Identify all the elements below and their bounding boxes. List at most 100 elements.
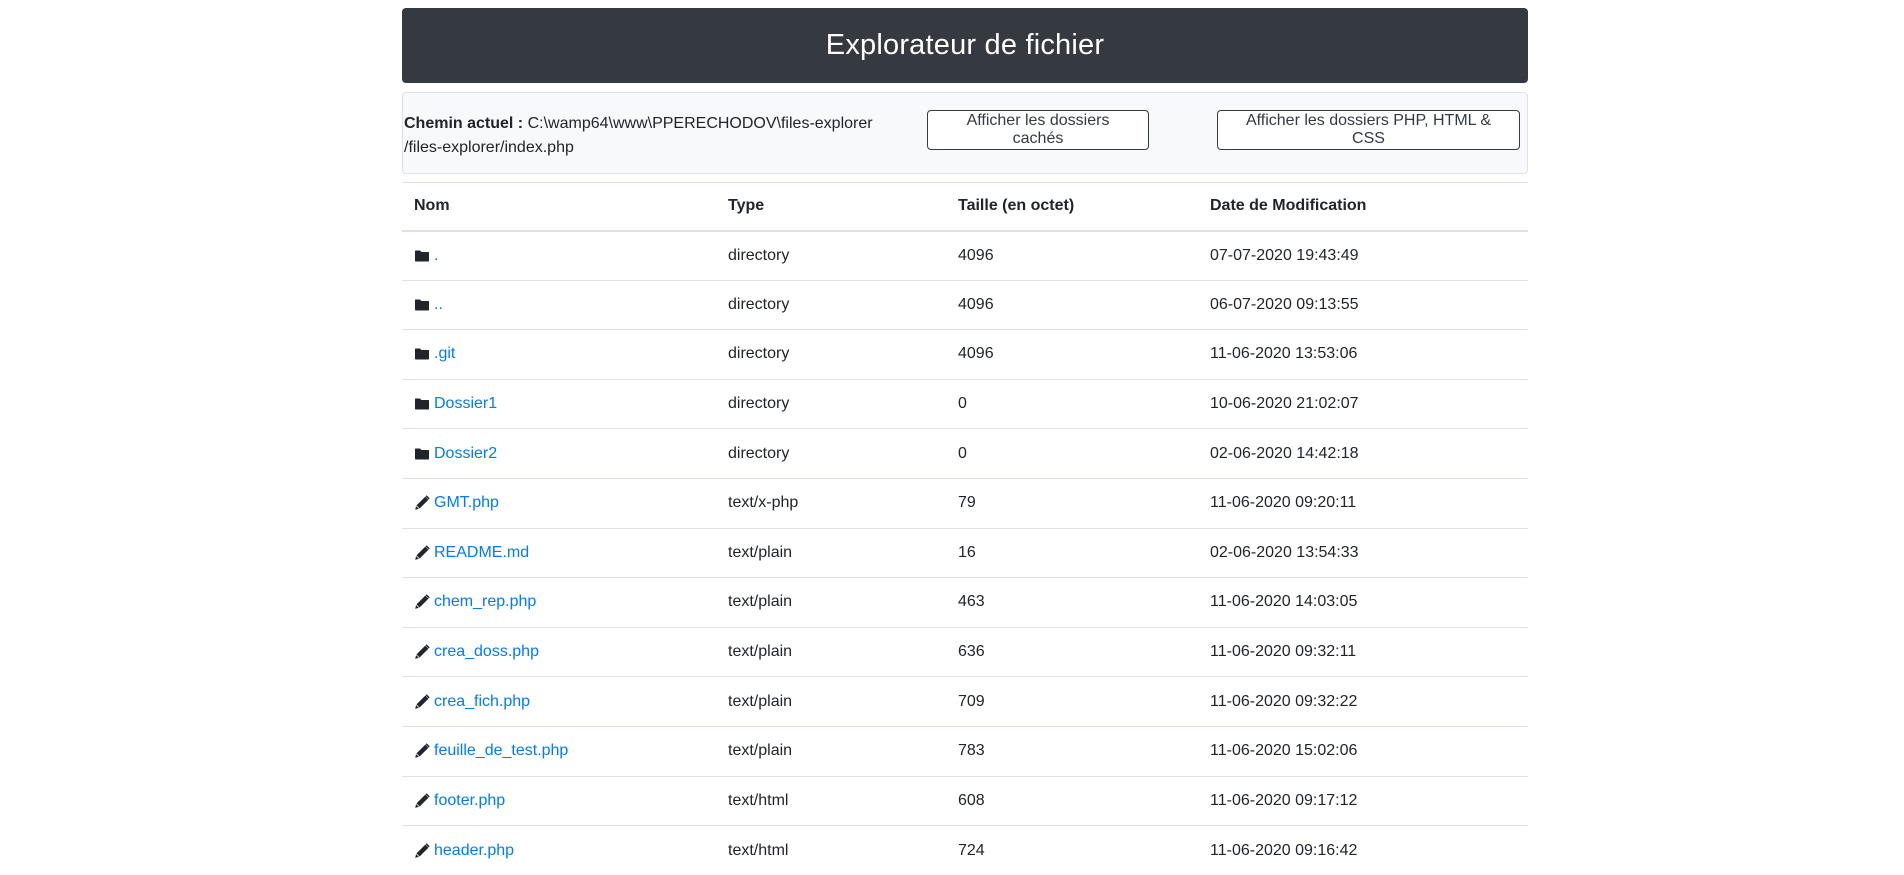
current-path-label: Chemin actuel :	[404, 115, 523, 132]
cell-date: 11-06-2020 09:16:42	[1198, 826, 1528, 875]
cell-type: text/plain	[716, 627, 946, 677]
table-row: crea_fich.php text/plain70911-06-2020 09:…	[402, 677, 1528, 727]
cell-name: Dossier2	[402, 429, 716, 479]
current-path-bar: Chemin actuel : C:\wamp64\www\PPERECHODO…	[402, 92, 1528, 174]
cell-name: Dossier1	[402, 379, 716, 429]
table-row: header.php text/html72411-06-2020 09:16:4…	[402, 826, 1528, 875]
cell-name: .git	[402, 330, 716, 380]
table-row: footer.php text/html60811-06-2020 09:17:1…	[402, 776, 1528, 826]
cell-type: text/plain	[716, 528, 946, 578]
folder-icon	[414, 396, 430, 412]
page-container: Explorateur de fichier Chemin actuel : C…	[402, 8, 1528, 875]
file-link[interactable]: crea_fich.php	[434, 693, 530, 711]
current-path: Chemin actuel : C:\wamp64\www\PPERECHODO…	[404, 112, 904, 160]
cell-size: 0	[946, 429, 1198, 479]
pencil-icon	[414, 495, 430, 511]
column-header-date[interactable]: Date de Modification	[1198, 183, 1528, 231]
pencil-icon	[414, 793, 430, 809]
file-link[interactable]: README.md	[434, 544, 529, 562]
table-row: chem_rep.phptext/plain46311-06-2020 14:0…	[402, 578, 1528, 628]
cell-size: 724	[946, 826, 1198, 875]
column-header-size[interactable]: Taille (en octet)	[946, 183, 1198, 231]
folder-icon	[414, 297, 430, 313]
cell-type: directory	[716, 280, 946, 330]
cell-date: 10-06-2020 21:02:07	[1198, 379, 1528, 429]
file-link[interactable]: crea_doss.php	[434, 643, 539, 661]
pencil-icon	[414, 644, 430, 660]
cell-size: 79	[946, 478, 1198, 528]
file-link[interactable]: chem_rep.php	[434, 593, 536, 611]
table-row: . directory409607-07-2020 19:43:49	[402, 231, 1528, 281]
folder-icon	[414, 346, 430, 362]
file-link[interactable]: feuille_de_test.php	[434, 742, 568, 760]
cell-type: directory	[716, 429, 946, 479]
column-header-name[interactable]: Nom	[402, 183, 716, 231]
table-row: crea_doss.php text/plain63611-06-2020 09:…	[402, 627, 1528, 677]
cell-date: 11-06-2020 09:20:11	[1198, 478, 1528, 528]
file-link[interactable]: .git	[434, 345, 455, 363]
show-hidden-folders-button[interactable]: Afficher les dossiers cachés	[927, 110, 1149, 150]
table-row: README.mdtext/plain1602-06-2020 13:54:33	[402, 528, 1528, 578]
cell-size: 608	[946, 776, 1198, 826]
table-row: GMT.php text/x-php7911-06-2020 09:20:11	[402, 478, 1528, 528]
cell-type: directory	[716, 231, 946, 281]
file-rows: .directory409607-07-2020 19:43:49..direc…	[402, 231, 1528, 875]
table-row: feuille_de_test.phptext/plain78311-06-20…	[402, 726, 1528, 776]
cell-type: directory	[716, 379, 946, 429]
cell-size: 709	[946, 677, 1198, 727]
cell-date: 02-06-2020 13:54:33	[1198, 528, 1528, 578]
cell-name: chem_rep.php	[402, 578, 716, 628]
cell-type: text/html	[716, 826, 946, 875]
cell-date: 07-07-2020 19:43:49	[1198, 231, 1528, 281]
cell-name: ..	[402, 280, 716, 330]
table-row: Dossier2 directory002-06-2020 14:42:18	[402, 429, 1528, 479]
pencil-icon	[414, 594, 430, 610]
page-header: Explorateur de fichier	[402, 8, 1528, 83]
table-row: Dossier1 directory010-06-2020 21:02:07	[402, 379, 1528, 429]
cell-name: GMT.php	[402, 478, 716, 528]
pencil-icon	[414, 694, 430, 710]
cell-size: 4096	[946, 330, 1198, 380]
cell-date: 02-06-2020 14:42:18	[1198, 429, 1528, 479]
cell-name: header.php	[402, 826, 716, 875]
pencil-icon	[414, 843, 430, 859]
cell-type: text/x-php	[716, 478, 946, 528]
current-path-value-line1: C:\wamp64\www\PPERECHODOV\files-explorer	[528, 115, 873, 132]
page-title: Explorateur de fichier	[826, 29, 1104, 62]
cell-size: 463	[946, 578, 1198, 628]
table-header-row: Nom Type Taille (en octet) Date de Modif…	[402, 183, 1528, 231]
file-link[interactable]: footer.php	[434, 792, 505, 810]
cell-name: feuille_de_test.php	[402, 726, 716, 776]
cell-type: text/plain	[716, 726, 946, 776]
file-link[interactable]: Dossier1	[434, 395, 497, 413]
cell-name: .	[402, 231, 716, 281]
cell-size: 636	[946, 627, 1198, 677]
cell-date: 11-06-2020 09:32:11	[1198, 627, 1528, 677]
cell-type: directory	[716, 330, 946, 380]
cell-type: text/plain	[716, 677, 946, 727]
cell-size: 0	[946, 379, 1198, 429]
folder-icon	[414, 446, 430, 462]
file-link[interactable]: .	[434, 247, 438, 265]
pencil-icon	[414, 545, 430, 561]
file-table: Nom Type Taille (en octet) Date de Modif…	[402, 182, 1528, 875]
file-link[interactable]: GMT.php	[434, 494, 499, 512]
cell-date: 11-06-2020 14:03:05	[1198, 578, 1528, 628]
cell-size: 783	[946, 726, 1198, 776]
show-php-html-css-button[interactable]: Afficher les dossiers PHP, HTML & CSS	[1217, 110, 1520, 150]
cell-date: 11-06-2020 09:32:22	[1198, 677, 1528, 727]
cell-date: 11-06-2020 13:53:06	[1198, 330, 1528, 380]
column-header-type[interactable]: Type	[716, 183, 946, 231]
cell-date: 06-07-2020 09:13:55	[1198, 280, 1528, 330]
file-link[interactable]: header.php	[434, 842, 514, 860]
file-link[interactable]: Dossier2	[434, 445, 497, 463]
table-row: .git directory409611-06-2020 13:53:06	[402, 330, 1528, 380]
cell-size: 4096	[946, 231, 1198, 281]
cell-type: text/html	[716, 776, 946, 826]
table-row: ..directory409606-07-2020 09:13:55	[402, 280, 1528, 330]
file-link[interactable]: ..	[434, 296, 443, 314]
folder-icon	[414, 248, 430, 264]
cell-date: 11-06-2020 09:17:12	[1198, 776, 1528, 826]
cell-name: README.md	[402, 528, 716, 578]
cell-name: footer.php	[402, 776, 716, 826]
